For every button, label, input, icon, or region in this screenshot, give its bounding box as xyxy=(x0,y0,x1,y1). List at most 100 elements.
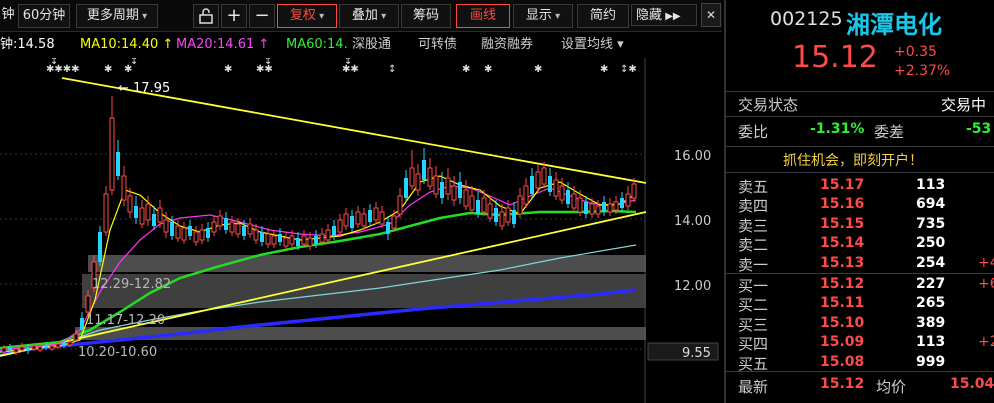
shenzhen-connect-link[interactable]: 深股通 xyxy=(352,32,391,58)
candle-body xyxy=(301,235,307,245)
candle-body xyxy=(206,228,210,238)
bid-ratio-value: -1.31% xyxy=(810,121,865,137)
book-level-label: 买二 xyxy=(738,296,769,315)
hide-button[interactable]: 隐藏 ▶▶ xyxy=(631,4,697,26)
margin-trading-link[interactable]: 融资融券 xyxy=(481,32,533,58)
candle-body xyxy=(368,210,372,222)
candle-body xyxy=(67,341,73,346)
chart-toolbar: 钟 60分钟 更多周期 + − 复权 叠加 筹码 画线 显示 简约 隐藏 ▶▶ … xyxy=(0,0,722,32)
last-price: 15.12 xyxy=(792,40,878,75)
candle-body xyxy=(127,195,133,213)
candle-body xyxy=(116,152,120,176)
candle-body xyxy=(85,295,91,313)
price-change-pct: +2.37% xyxy=(894,63,951,79)
open-account-promo[interactable]: 抓住机会，即刻开户！ xyxy=(783,150,923,170)
book-volume: 999 xyxy=(916,353,946,370)
kline-chart[interactable]: ← 17.95 ✱✱✱✱ ✱ ✱ ✱ ✱✱ ✱✱ ↕ ✱ ✱ ✱ ✱ ↕✱ ↕ ↕ ↕ ↕ 12.29… xyxy=(0,58,722,403)
candle-body xyxy=(577,197,583,213)
order-book-row[interactable]: 卖一 15.13 254 +4 xyxy=(726,254,994,274)
candle-body xyxy=(44,345,48,348)
latest-value: 15.12 xyxy=(820,376,865,392)
candle-body xyxy=(134,206,138,218)
book-change: +4 xyxy=(978,254,994,271)
set-ma-dropdown[interactable]: 设置均线 ▾ xyxy=(561,32,624,58)
period-60min-button[interactable]: 60分钟 xyxy=(18,4,70,28)
candle-body xyxy=(13,348,19,353)
candle-body xyxy=(391,215,397,229)
book-volume: 389 xyxy=(916,314,946,331)
candle-body xyxy=(62,343,66,346)
candle-body xyxy=(103,193,109,233)
divider xyxy=(726,273,994,274)
order-book-row[interactable]: 买五 15.08 999 xyxy=(726,353,994,373)
overlay-dropdown[interactable]: 叠加 xyxy=(339,4,399,28)
lock-icon[interactable] xyxy=(193,4,219,28)
book-change: +2 xyxy=(978,334,994,351)
zoom-out-icon[interactable]: − xyxy=(249,4,275,28)
candle-body xyxy=(595,205,601,215)
candle-body xyxy=(314,236,318,244)
candle-body xyxy=(541,167,547,185)
draw-line-button[interactable]: 画线 xyxy=(456,4,510,28)
candle-body xyxy=(31,345,37,350)
candle-body xyxy=(451,185,457,201)
svg-text:↕: ↕ xyxy=(264,58,272,67)
candle-body xyxy=(607,203,613,213)
convertible-bond-link[interactable]: 可转债 xyxy=(418,32,457,58)
order-book-row[interactable]: 买四 15.09 113 +2 xyxy=(726,333,994,353)
more-periods-dropdown[interactable]: 更多周期 xyxy=(76,4,158,28)
bid-ratio-label: 委比 xyxy=(738,123,769,141)
candle-body xyxy=(620,198,624,208)
bid-diff-value: -53 xyxy=(966,121,992,137)
candle-body xyxy=(98,232,102,262)
order-book-row[interactable]: 买二 15.11 265 xyxy=(726,294,994,315)
book-volume: 250 xyxy=(916,235,946,252)
candle-body xyxy=(458,182,462,198)
axis-label-12: 12.00 xyxy=(674,279,711,294)
candle-body xyxy=(163,219,169,233)
order-book-row[interactable]: 买三 15.10 389 xyxy=(726,314,994,334)
high-price-label: ← 17.95 xyxy=(118,81,170,96)
chips-button[interactable]: 筹码 xyxy=(401,4,451,28)
candle-body xyxy=(530,176,534,194)
candle-body xyxy=(355,211,361,225)
candle-body xyxy=(73,333,79,341)
latest-label: 最新 xyxy=(738,378,769,396)
candle-body xyxy=(55,343,61,348)
book-level-label: 卖五 xyxy=(738,178,769,196)
book-price: 15.08 xyxy=(820,353,865,370)
candle-body xyxy=(224,218,228,230)
order-book-row[interactable]: 卖五 15.17 113 xyxy=(726,176,994,196)
order-book-row[interactable]: 卖二 15.14 250 xyxy=(726,234,994,254)
book-level-label: 买一 xyxy=(738,277,769,295)
period-minute-button[interactable]: 钟 xyxy=(0,4,16,26)
candle-body xyxy=(427,167,433,187)
ma5-value: 钟:14.58 xyxy=(0,37,55,52)
book-volume: 254 xyxy=(916,254,946,271)
book-price: 15.17 xyxy=(820,177,865,193)
candle-body xyxy=(494,208,498,222)
candle-body xyxy=(325,229,331,241)
book-price: 15.09 xyxy=(820,334,865,351)
candle-body xyxy=(589,203,595,215)
candle-body xyxy=(512,210,516,224)
order-book-row[interactable]: 卖三 15.15 735 xyxy=(726,215,994,235)
book-price: 15.14 xyxy=(820,235,865,252)
candle-body xyxy=(260,232,264,242)
simple-button[interactable]: 简约 xyxy=(577,4,629,28)
candle-body xyxy=(350,216,354,228)
order-book-row[interactable]: 买一 15.12 227 +6 xyxy=(726,275,994,295)
zoom-in-icon[interactable]: + xyxy=(221,4,247,28)
candle-body xyxy=(613,201,619,211)
candle-body xyxy=(566,190,570,204)
candle-body xyxy=(463,189,469,207)
svg-text:✱: ✱ xyxy=(462,64,470,75)
ma-legend: 钟:14.58 MA10:14.40 ↑ MA20:14.61 ↑ MA60:1… xyxy=(0,32,722,58)
candle-body xyxy=(415,173,421,191)
order-book-row[interactable]: 卖四 15.16 694 xyxy=(726,195,994,215)
display-dropdown[interactable]: 显示 xyxy=(513,4,573,28)
adjust-rights-dropdown[interactable]: 复权 xyxy=(277,4,337,28)
chip-zone-lower xyxy=(75,327,646,340)
close-icon[interactable]: ✕ xyxy=(701,3,721,27)
book-level-label: 买三 xyxy=(738,315,769,334)
